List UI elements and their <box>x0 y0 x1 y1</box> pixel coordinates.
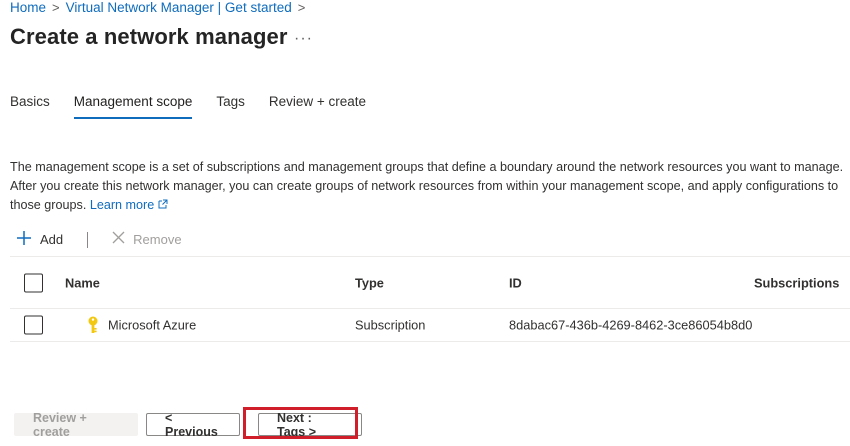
remove-button[interactable]: Remove <box>112 231 182 249</box>
more-options-icon[interactable]: ··· <box>294 30 313 48</box>
add-button[interactable]: Add <box>16 230 63 249</box>
breadcrumb-separator: > <box>52 0 60 15</box>
breadcrumb-separator: > <box>297 0 306 15</box>
key-icon <box>86 316 100 334</box>
wizard-footer: Review + create < Previous Next : Tags > <box>14 411 362 439</box>
row-checkbox[interactable] <box>24 315 43 335</box>
tab-tags[interactable]: Tags <box>216 86 245 119</box>
breadcrumb-vnm-link[interactable]: Virtual Network Manager | Get started <box>66 0 292 15</box>
external-link-icon <box>158 199 168 212</box>
tab-review-create[interactable]: Review + create <box>269 86 366 119</box>
toolbar-divider <box>87 231 89 248</box>
breadcrumb: Home > Virtual Network Manager | Get sta… <box>10 0 305 15</box>
row-name: Microsoft Azure <box>108 317 197 333</box>
row-id: 8dabac67-436b-4269-8462-3ce86054b8d0 <box>509 317 753 333</box>
scope-table: Name Type ID Subscriptions Microsoft Azu… <box>10 256 850 342</box>
page-title: Create a network manager <box>10 24 288 49</box>
column-header-id[interactable]: ID <box>509 275 522 290</box>
remove-label: Remove <box>133 232 182 247</box>
column-header-subscriptions[interactable]: Subscriptions <box>754 275 839 290</box>
scope-description: The management scope is a set of subscri… <box>10 158 844 216</box>
tab-bar: Basics Management scope Tags Review + cr… <box>10 86 390 119</box>
table-row: Microsoft Azure Subscription 8dabac67-43… <box>10 309 850 342</box>
x-icon <box>112 231 125 249</box>
previous-button[interactable]: < Previous <box>146 411 240 439</box>
plus-icon <box>16 230 32 249</box>
breadcrumb-home-link[interactable]: Home <box>10 0 46 15</box>
learn-more-link[interactable]: Learn more <box>90 198 154 212</box>
column-header-type[interactable]: Type <box>355 275 384 290</box>
row-type: Subscription <box>355 317 426 333</box>
tab-basics[interactable]: Basics <box>10 86 50 119</box>
table-header-row: Name Type ID Subscriptions <box>10 257 850 309</box>
next-tags-button[interactable]: Next : Tags > <box>258 411 362 439</box>
review-create-button[interactable]: Review + create <box>14 411 138 439</box>
scope-toolbar: Add Remove <box>16 230 182 249</box>
add-label: Add <box>40 232 64 247</box>
tab-management-scope[interactable]: Management scope <box>73 86 192 119</box>
select-all-checkbox[interactable] <box>24 273 43 292</box>
column-header-name[interactable]: Name <box>65 275 100 290</box>
